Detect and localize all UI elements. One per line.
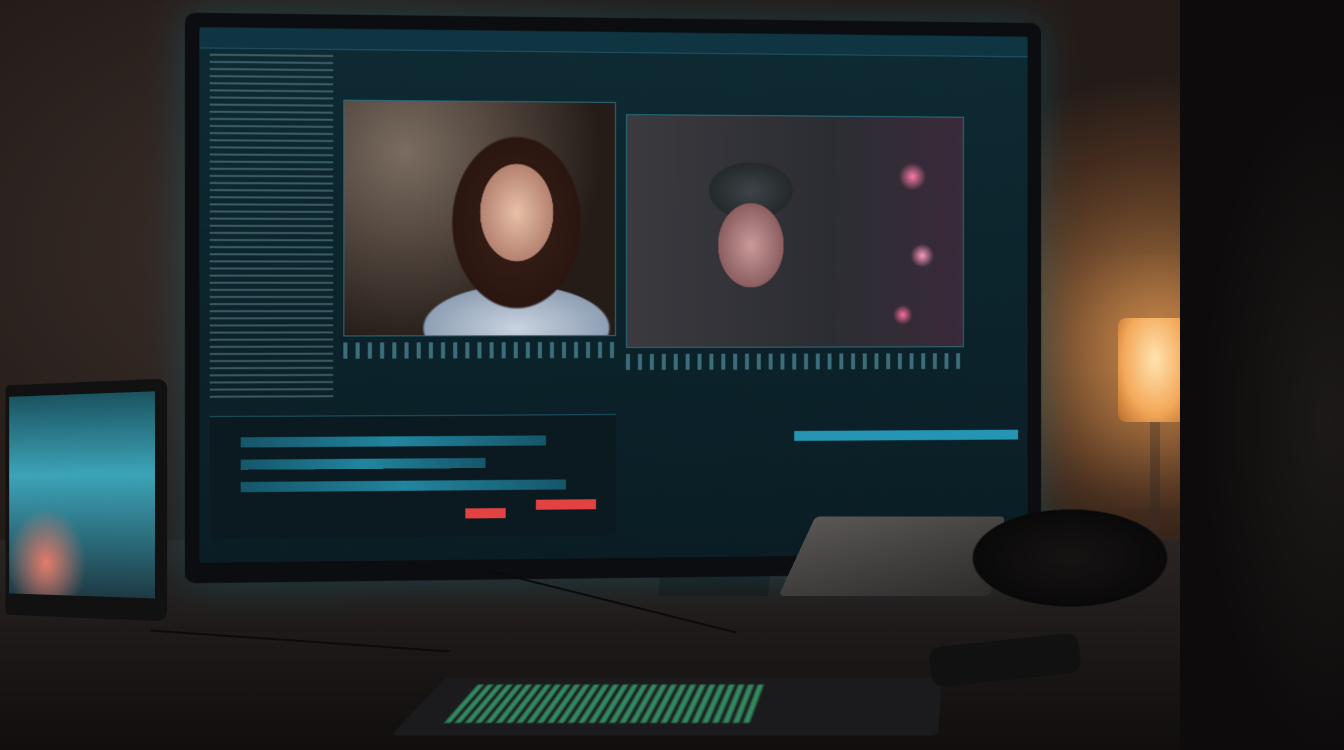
video-editor-screen bbox=[199, 27, 1027, 563]
editor-topbar bbox=[199, 27, 1027, 57]
photo-scene bbox=[0, 0, 1344, 750]
timeline-marker bbox=[465, 508, 505, 518]
timeline-track bbox=[241, 479, 566, 492]
program-controls bbox=[626, 353, 962, 370]
program-viewer bbox=[626, 114, 964, 348]
editor-side-panel bbox=[210, 54, 333, 400]
hand-silhouette bbox=[930, 488, 1170, 618]
keyboard-backlight bbox=[444, 685, 767, 723]
source-controls bbox=[343, 342, 614, 359]
laptop-icon bbox=[6, 378, 168, 621]
main-monitor bbox=[185, 13, 1041, 584]
timeline-track bbox=[241, 458, 486, 470]
laptop-screen bbox=[9, 391, 155, 598]
scrub-bar bbox=[794, 430, 1018, 441]
timeline-marker bbox=[536, 499, 596, 510]
keyboard-icon bbox=[391, 677, 942, 735]
timeline-panel bbox=[210, 414, 616, 539]
source-viewer bbox=[343, 100, 616, 337]
person-silhouette-icon bbox=[1180, 0, 1344, 750]
timeline-track bbox=[241, 435, 546, 447]
